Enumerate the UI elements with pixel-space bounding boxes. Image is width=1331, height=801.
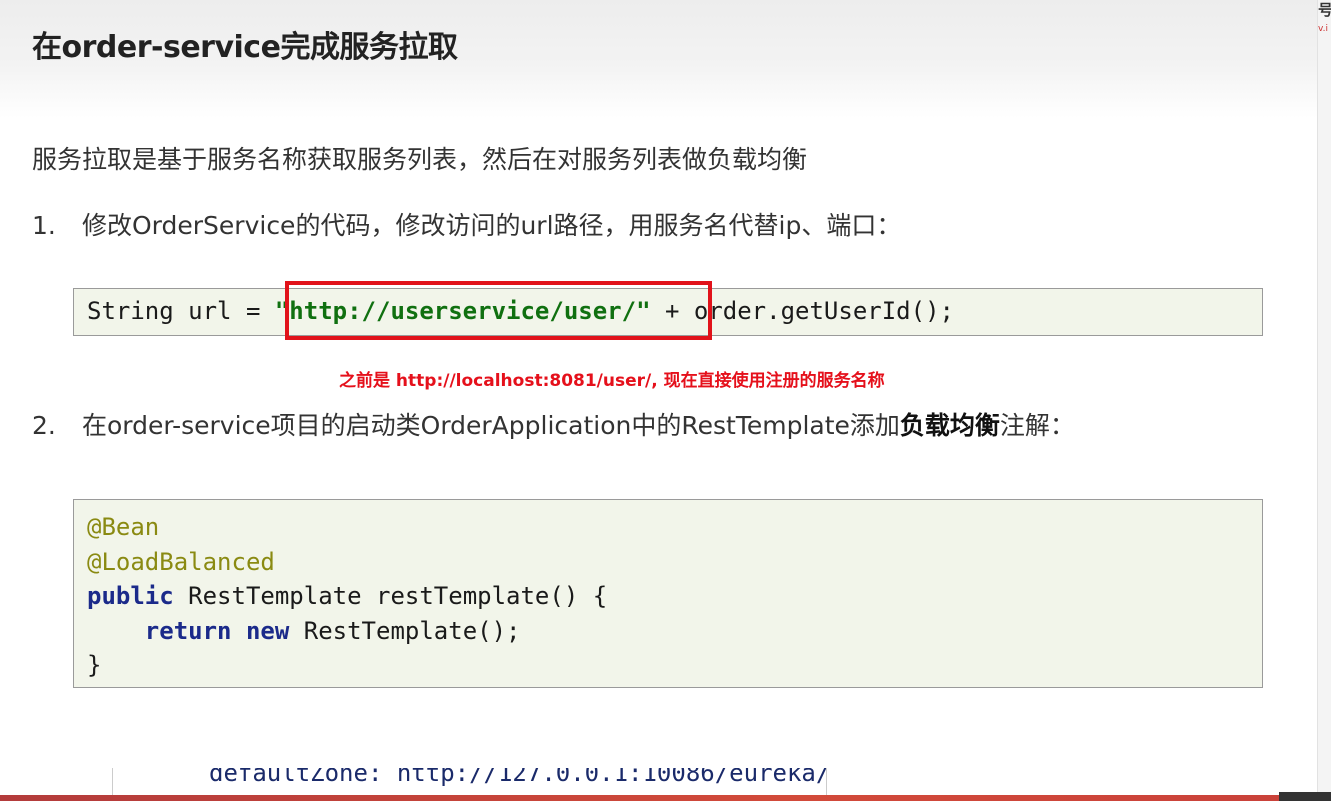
code-return-rest: RestTemplate();: [289, 616, 521, 645]
right-scroll-strip[interactable]: 号 v.i: [1317, 0, 1331, 801]
code-line-return: return new RestTemplate();: [87, 614, 1262, 649]
underlying-editor-text: defaultZone: http://127.0.0.1:10086/eure…: [209, 768, 827, 787]
slide-title: 在order-service完成服务拉取: [32, 30, 458, 65]
step-2-number: 2.: [32, 411, 56, 440]
bottom-right-block: [1279, 792, 1331, 801]
code-line-bean: @Bean: [87, 513, 160, 541]
step-2-bold-text: 负载均衡: [899, 411, 1000, 440]
step-2-text-end: 注解：: [999, 411, 1075, 440]
url-highlight-box: [285, 281, 712, 340]
step-2-text: 在order-service项目的启动类OrderApplication中的Re…: [82, 411, 900, 440]
intro-text: 服务拉取是基于服务名称获取服务列表，然后在对服务列表做负载均衡: [32, 145, 808, 174]
bottom-taskbar: [0, 795, 1318, 801]
code-kw-return: return: [144, 616, 232, 645]
corner-logo-glyph: 号: [1318, 2, 1331, 18]
code-block-resttemplate: @Bean @LoadBalanced public RestTemplate …: [73, 499, 1263, 688]
step-1: 1. 修改OrderService的代码，修改访问的url路径，用服务名代替ip、…: [32, 206, 901, 242]
annotation-note: 之前是 http://localhost:8081/user/, 现在直接使用注…: [339, 371, 885, 391]
code-kw-new: new: [245, 616, 290, 645]
code-url-prefix: String url =: [87, 297, 275, 325]
step-2: 2. 在order-service项目的启动类OrderApplication中的…: [32, 406, 1075, 442]
step-1-text: 修改OrderService的代码，修改访问的url路径，用服务名代替ip、端口…: [82, 211, 902, 240]
step-1-number: 1.: [32, 211, 56, 240]
code-line-close: }: [87, 651, 102, 679]
code-kw-public: public: [87, 582, 174, 610]
code-line-loadbalanced: @LoadBalanced: [87, 547, 275, 576]
corner-logo-text: v.i: [1318, 24, 1328, 34]
code-method-sig: RestTemplate restTemplate() {: [173, 582, 608, 610]
code-line-method: public RestTemplate restTemplate() {: [87, 579, 1262, 614]
